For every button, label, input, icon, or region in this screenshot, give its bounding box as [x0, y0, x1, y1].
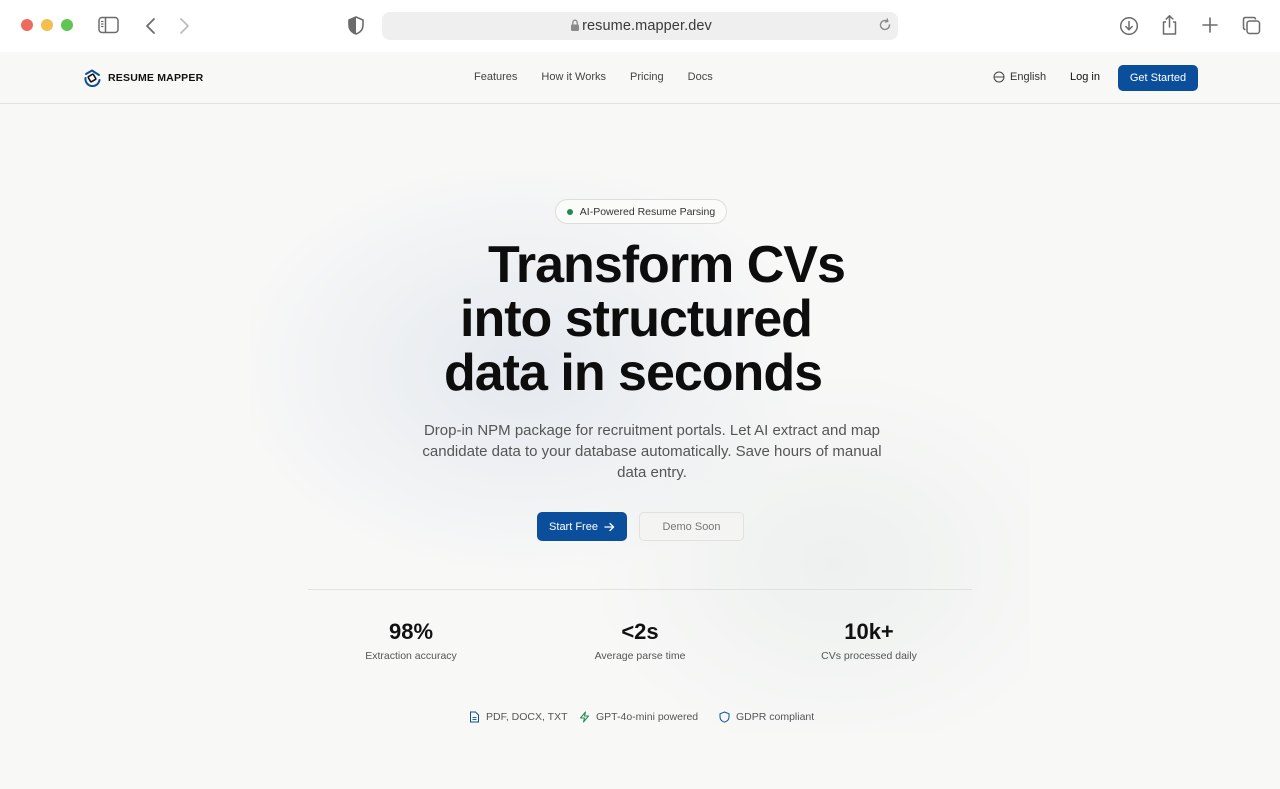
status-dot-icon	[566, 208, 573, 215]
lock-icon	[570, 19, 580, 37]
address-bar[interactable]: resume.mapper.dev	[382, 12, 898, 40]
shield-icon	[719, 711, 730, 723]
brand-name: RESUME MAPPER	[108, 71, 204, 84]
hero-headline-line-2: into structured	[460, 290, 813, 348]
close-window-button[interactable]	[21, 19, 33, 31]
hero-headline-line-3: data in seconds	[444, 344, 823, 402]
back-arrow-icon[interactable]	[145, 17, 157, 35]
resume-mapper-logo-icon	[84, 69, 101, 87]
zoom-window-button[interactable]	[61, 19, 73, 31]
stats-divider	[308, 589, 972, 590]
feature-label: GPT-4o-mini powered	[596, 711, 699, 723]
nav-link-docs[interactable]: Docs	[688, 71, 713, 83]
lightning-icon	[580, 711, 589, 723]
feature-label: GDPR compliant	[736, 711, 815, 723]
minimize-window-button[interactable]	[41, 19, 53, 31]
stat-volume: 10k+ CVs processed daily	[769, 618, 969, 662]
hero-subtext: Drop-in NPM package for recruitment port…	[422, 422, 882, 481]
feature-label: PDF, DOCX, TXT	[486, 711, 568, 723]
nav-link-how-it-works[interactable]: How it Works	[541, 71, 606, 83]
reload-icon[interactable]	[878, 18, 892, 37]
web-page: RESUME MAPPER Features How it Works Pric…	[0, 52, 1280, 789]
site-navbar: RESUME MAPPER Features How it Works Pric…	[0, 52, 1280, 104]
stat-value: <2s	[621, 619, 659, 644]
stat-label: Average parse time	[594, 650, 686, 662]
share-icon[interactable]	[1161, 14, 1178, 36]
document-icon	[470, 711, 479, 723]
stat-value: 10k+	[844, 619, 894, 644]
privacy-shield-icon[interactable]	[348, 16, 364, 35]
window-controls	[21, 19, 73, 31]
start-free-label: Start Free	[549, 520, 598, 533]
start-free-button[interactable]: Start Free	[537, 512, 627, 541]
stat-label: Extraction accuracy	[365, 650, 457, 662]
login-link[interactable]: Log in	[1070, 71, 1100, 83]
sidebar-toggle-icon[interactable]	[98, 16, 119, 34]
language-label: English	[1010, 71, 1047, 83]
feature-formats: PDF, DOCX, TXT	[469, 711, 567, 723]
feature-gdpr: GDPR compliant	[719, 711, 814, 723]
stat-accuracy: 98% Extraction accuracy	[311, 618, 511, 662]
url-text: resume.mapper.dev	[582, 18, 712, 34]
hero-badge: AI-Powered Resume Parsing	[555, 199, 727, 224]
hero-headline: Transform CVs into structured data in se…	[380, 238, 940, 400]
nav-link-features[interactable]: Features	[474, 71, 517, 83]
stat-parse-time: <2s Average parse time	[540, 618, 740, 662]
nav-link-pricing[interactable]: Pricing	[630, 71, 664, 83]
tab-overview-icon[interactable]	[1242, 16, 1261, 35]
feature-model: GPT-4o-mini powered	[579, 711, 698, 723]
stat-value: 98%	[388, 619, 434, 644]
browser-chrome: resume.mapper.dev	[0, 0, 1280, 52]
demo-soon-button: Demo Soon	[639, 512, 744, 541]
arrow-right-icon	[604, 522, 615, 531]
forward-arrow-icon[interactable]	[178, 17, 190, 35]
hero-headline-line-1: Transform CVs	[488, 236, 846, 294]
brand-logo[interactable]: RESUME MAPPER	[83, 68, 203, 87]
new-tab-icon[interactable]	[1202, 17, 1218, 33]
download-icon[interactable]	[1119, 16, 1139, 36]
language-selector[interactable]: English	[993, 71, 1046, 83]
hero-badge-label: AI-Powered Resume Parsing	[579, 205, 716, 218]
primary-nav: Features How it Works Pricing Docs	[474, 71, 713, 83]
stat-label: CVs processed daily	[821, 650, 917, 662]
get-started-button[interactable]: Get Started	[1118, 65, 1198, 91]
globe-icon	[993, 71, 1005, 83]
